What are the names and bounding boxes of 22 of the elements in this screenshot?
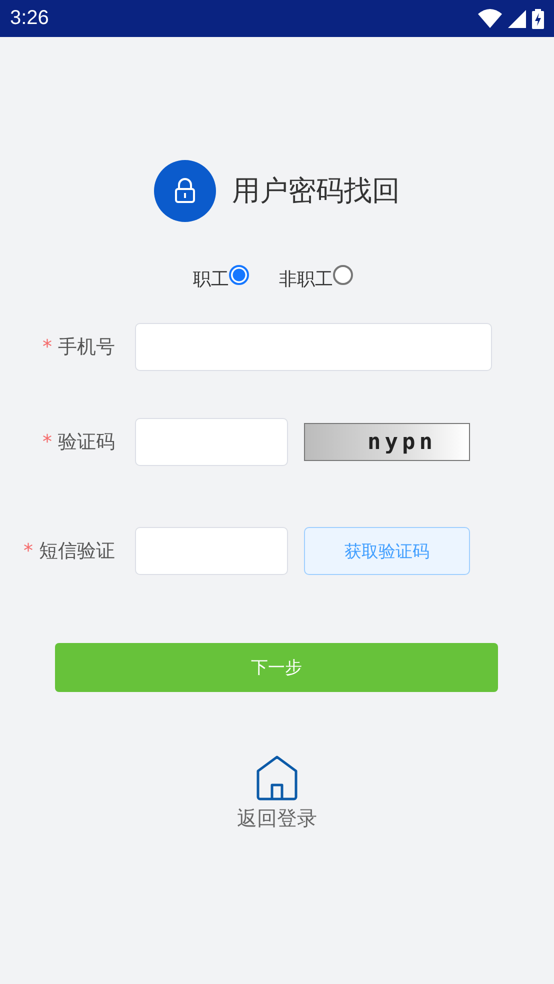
captcha-image[interactable]: nypn	[304, 423, 470, 461]
sms-code-field[interactable]	[135, 527, 288, 575]
field-label: 验证码	[58, 430, 115, 455]
signal-icon	[508, 10, 526, 28]
lock-icon	[154, 160, 216, 222]
field-label: 手机号	[58, 335, 115, 360]
battery-icon	[532, 8, 544, 28]
required-mark: *	[24, 540, 33, 562]
wifi-icon	[478, 9, 502, 28]
required-mark: *	[42, 431, 52, 453]
back-to-login-link[interactable]: 返回登录	[237, 805, 317, 832]
phone-field[interactable]	[135, 323, 492, 371]
radio-label: 非职工	[279, 268, 333, 291]
page-title: 用户密码找回	[232, 173, 400, 209]
clock-time: 3:26	[10, 7, 49, 30]
radio-button[interactable]	[333, 265, 353, 285]
radio-button[interactable]	[229, 265, 249, 285]
field-label: 短信验证	[39, 539, 115, 564]
required-mark: *	[42, 336, 52, 358]
home-icon[interactable]	[256, 755, 298, 801]
radio-label: 职工	[193, 268, 229, 291]
captcha-field[interactable]	[135, 418, 288, 466]
